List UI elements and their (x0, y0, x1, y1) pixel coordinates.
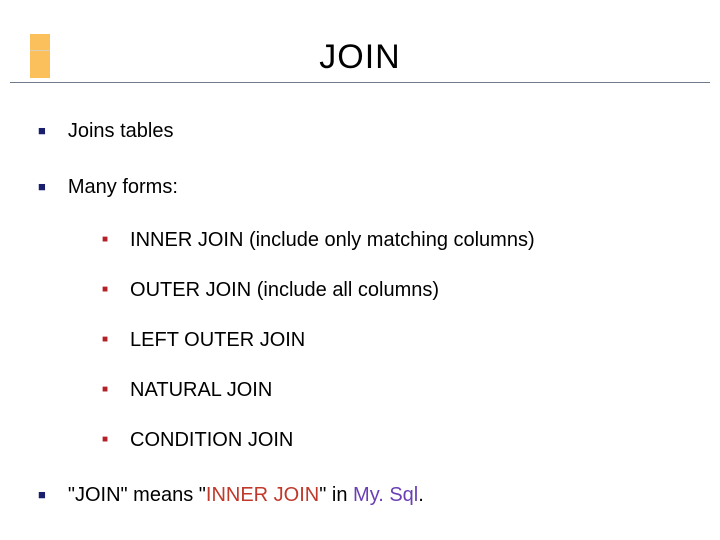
square-bullet-icon: ■ (38, 118, 46, 144)
footnote-mysql: My. Sql (353, 484, 418, 506)
square-bullet-icon: ■ (102, 328, 108, 352)
sub-bullet-text: LEFT OUTER JOIN (130, 328, 305, 352)
footnote-inner-join: INNER JOIN (206, 484, 319, 506)
bullet-level1: ■ Joins tables (38, 118, 678, 144)
bullet-text: Many forms: (68, 174, 178, 200)
square-bullet-icon: ■ (38, 482, 46, 508)
square-bullet-icon: ■ (102, 378, 108, 402)
footnote-quote-open: " (199, 484, 206, 506)
slide-body: ■ Joins tables ■ Many forms: ■ INNER JOI… (38, 118, 678, 538)
sub-bullet-text: OUTER JOIN (include all columns) (130, 278, 439, 302)
square-bullet-icon: ■ (102, 428, 108, 452)
bullet-level2: ■ OUTER JOIN (include all columns) (102, 278, 678, 302)
footnote-text: "JOIN" means "INNER JOIN" in My. Sql. (68, 482, 424, 508)
footnote-mid: means (128, 484, 199, 506)
square-bullet-icon: ■ (102, 278, 108, 302)
footnote-dot: . (418, 484, 424, 506)
title-area: JOIN (0, 38, 720, 77)
slide-title: JOIN (319, 38, 400, 76)
sub-bullet-list: ■ INNER JOIN (include only matching colu… (102, 228, 678, 452)
sub-bullet-text: CONDITION JOIN (130, 428, 293, 452)
sub-bullet-text: NATURAL JOIN (130, 378, 272, 402)
bullet-level2: ■ NATURAL JOIN (102, 378, 678, 402)
sub-bullet-text: INNER JOIN (include only matching column… (130, 228, 535, 252)
bullet-level2: ■ INNER JOIN (include only matching colu… (102, 228, 678, 252)
square-bullet-icon: ■ (38, 174, 46, 200)
footnote-in: in (326, 484, 353, 506)
bullet-level1: ■ "JOIN" means "INNER JOIN" in My. Sql. (38, 482, 678, 508)
bullet-level2: ■ CONDITION JOIN (102, 428, 678, 452)
footnote-quoted-join: "JOIN" (68, 484, 128, 506)
bullet-text: Joins tables (68, 118, 174, 144)
square-bullet-icon: ■ (102, 228, 108, 252)
bullet-level1: ■ Many forms: ■ INNER JOIN (include only… (38, 174, 678, 452)
bullet-level2: ■ LEFT OUTER JOIN (102, 328, 678, 352)
title-rule (10, 82, 710, 83)
